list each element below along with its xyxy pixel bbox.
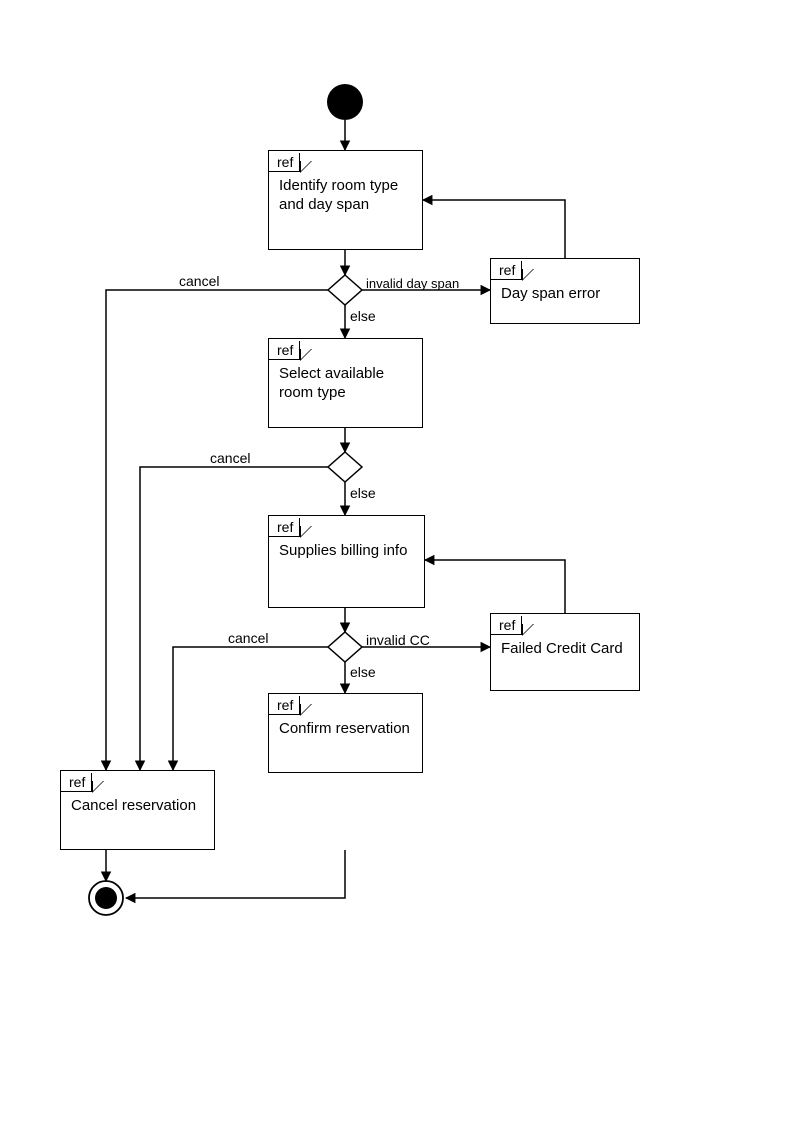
label-else-1: else (350, 308, 376, 324)
diagram-canvas: ref Identify room type and day span ref … (0, 0, 800, 1131)
ref-cancel: ref Cancel reservation (60, 770, 215, 850)
label-cancel-3: cancel (228, 630, 268, 646)
label-else-2: else (350, 485, 376, 501)
ref-tag: ref (269, 153, 300, 172)
ref-tag: ref (269, 518, 300, 537)
decision-2 (328, 452, 362, 482)
ref-tag: ref (269, 341, 300, 360)
label-else-3: else (350, 664, 376, 680)
decision-3 (328, 632, 362, 662)
ref-tag: ref (269, 696, 300, 715)
ref-failed-cc: ref Failed Credit Card (490, 613, 640, 691)
ref-tag: ref (61, 773, 92, 792)
final-node-inner (95, 887, 117, 909)
ref-tag: ref (491, 616, 522, 635)
label-cancel-1: cancel (179, 273, 219, 289)
ref-identify: ref Identify room type and day span (268, 150, 423, 250)
decision-1 (328, 275, 362, 305)
ref-select: ref Select available room type (268, 338, 423, 428)
ref-billing: ref Supplies billing info (268, 515, 425, 608)
label-invalid-day-span: invalid day span (366, 276, 459, 291)
ref-dayspan-error: ref Day span error (490, 258, 640, 324)
ref-confirm: ref Confirm reservation (268, 693, 423, 773)
final-node-outer (89, 881, 123, 915)
label-cancel-2: cancel (210, 450, 250, 466)
ref-tag: ref (491, 261, 522, 280)
label-invalid-cc: invalid CC (366, 632, 430, 648)
initial-node (327, 84, 363, 120)
